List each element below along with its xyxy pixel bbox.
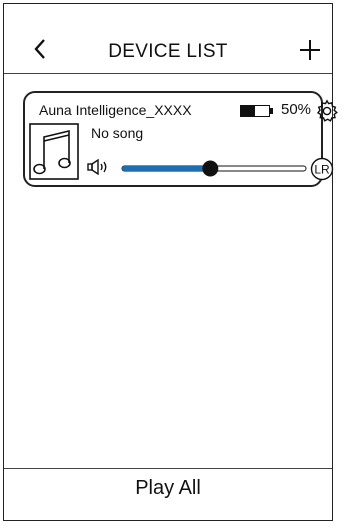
footer-bar: Play All: [4, 468, 332, 509]
volume-slider[interactable]: [121, 157, 307, 179]
speaker-icon[interactable]: [87, 159, 117, 175]
phone-screen: DEVICE LIST Auna Intelligence_XXXX 50% N…: [3, 3, 338, 521]
song-title: No song: [91, 125, 144, 141]
app-header: DEVICE LIST: [4, 4, 332, 74]
page-title: DEVICE LIST: [108, 41, 228, 62]
channel-lr-button[interactable]: LR: [310, 157, 334, 181]
gear-icon[interactable]: [315, 99, 339, 123]
volume-slider-thumb[interactable]: [202, 160, 219, 177]
battery-percent: 50%: [281, 101, 312, 118]
device-name: Auna Intelligence_XXXX: [39, 102, 192, 118]
music-note-icon: [29, 123, 79, 180]
add-device-plus-icon[interactable]: [298, 38, 322, 62]
device-card[interactable]: Auna Intelligence_XXXX 50% No song LR: [23, 91, 338, 187]
play-all-button[interactable]: Play All: [4, 477, 332, 500]
battery-icon: [240, 105, 273, 117]
channel-lr-label: LR: [314, 163, 330, 177]
